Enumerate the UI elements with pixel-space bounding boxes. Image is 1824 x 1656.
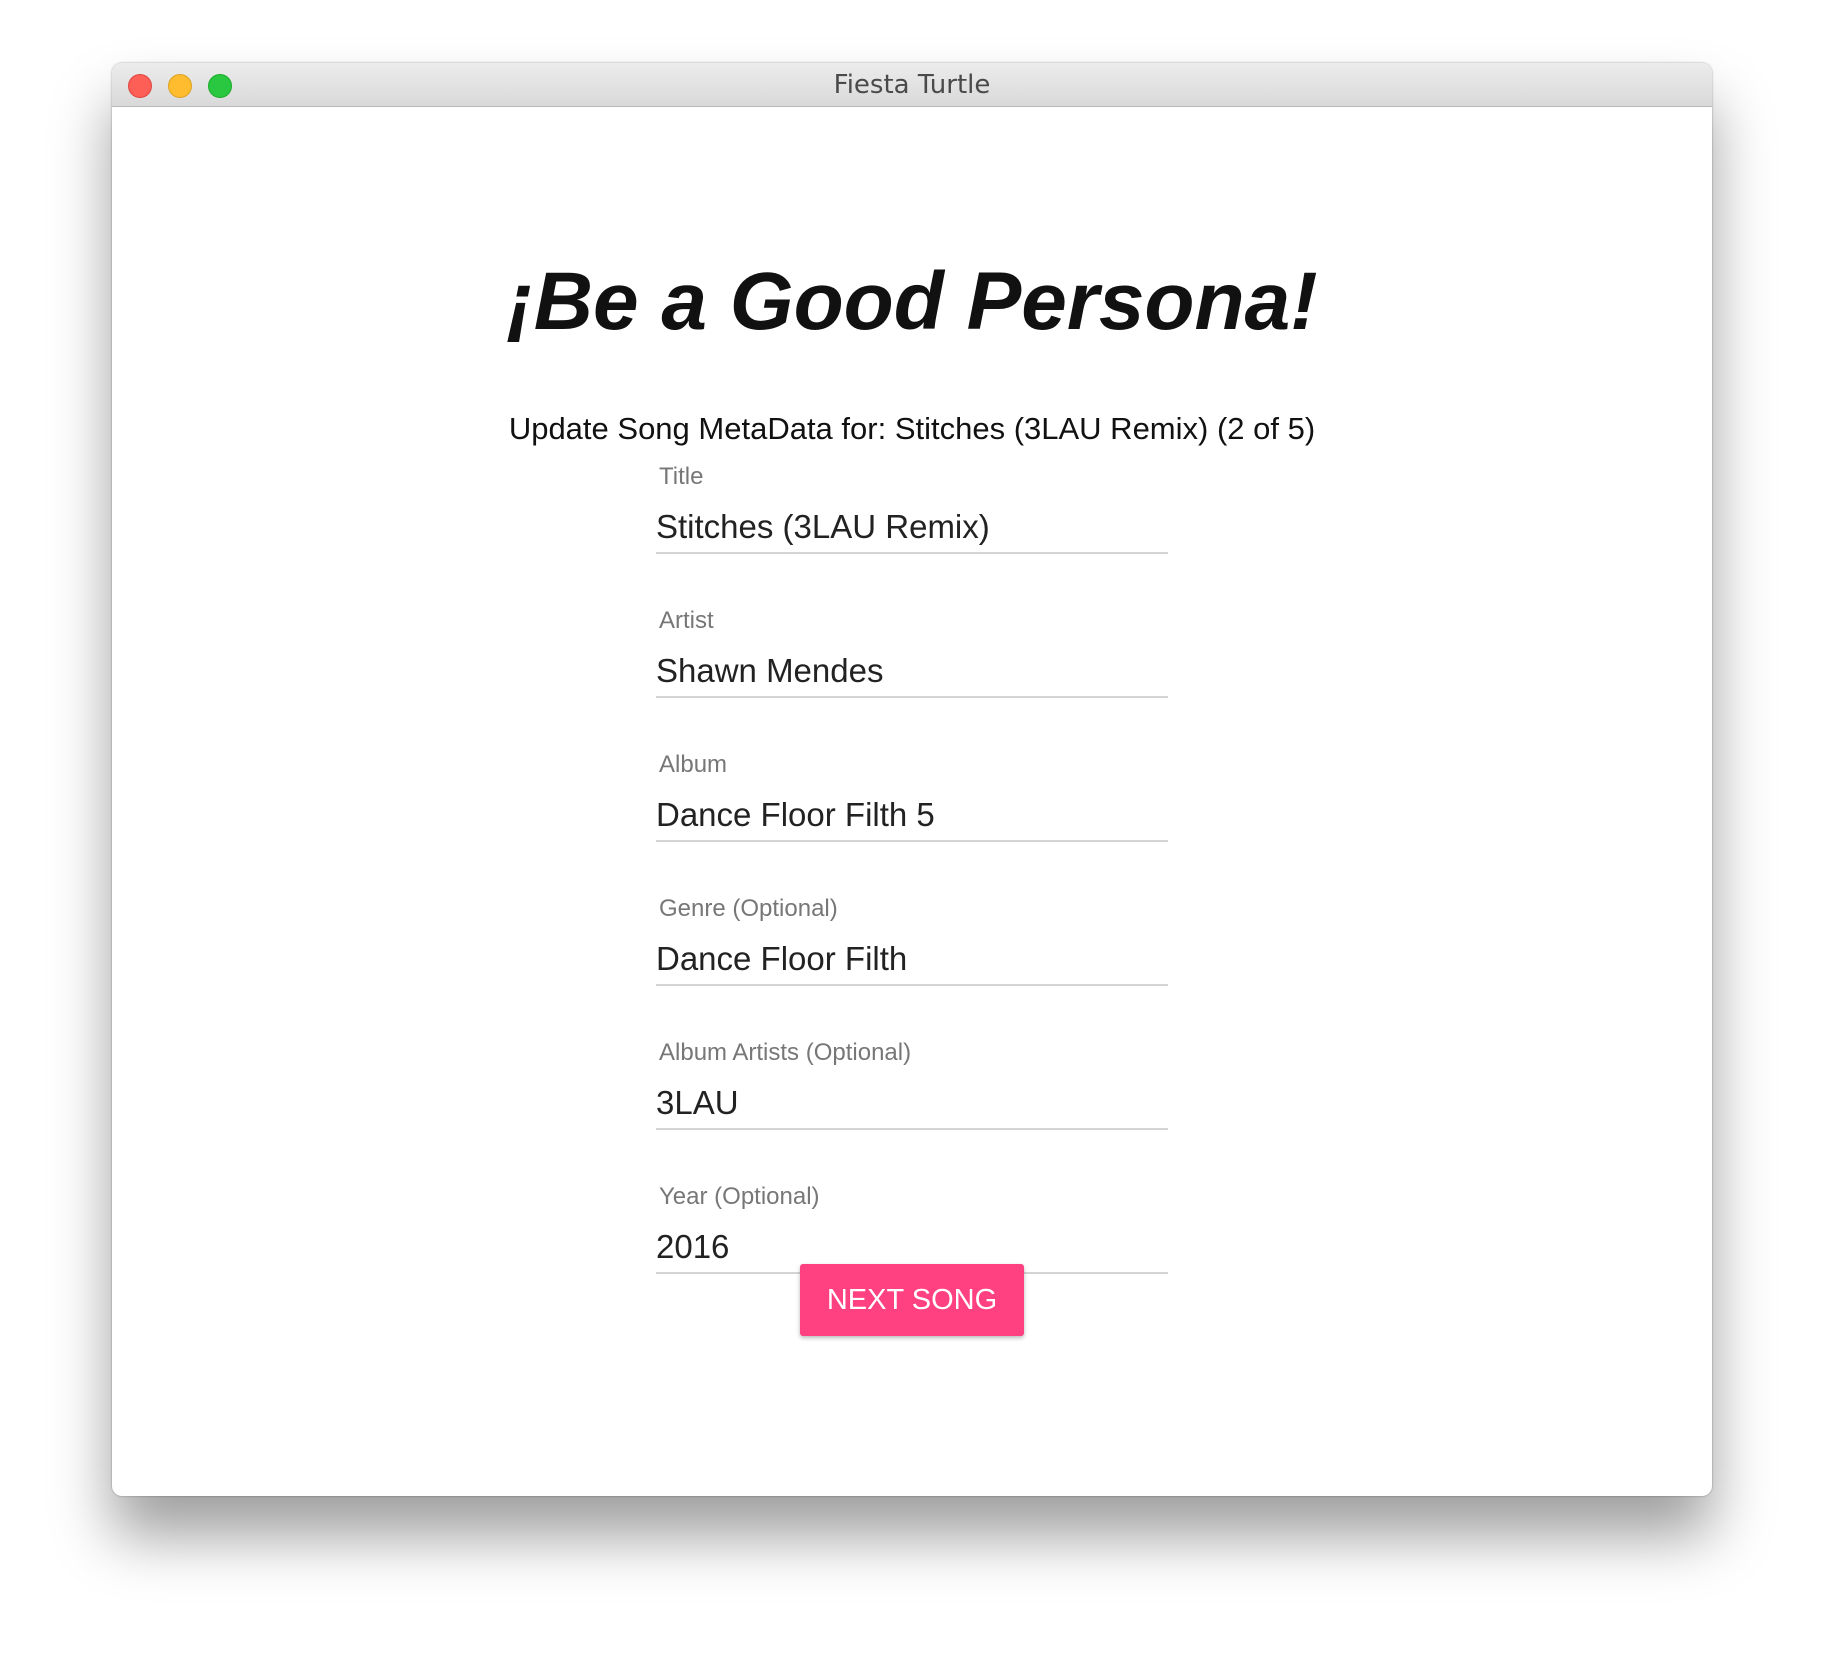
genre-label: Genre (Optional) (659, 895, 838, 922)
page-subtitle: Update Song MetaData for: Stitches (3LAU… (508, 411, 1316, 446)
title-input[interactable] (656, 502, 1168, 554)
genre-field: Genre (Optional) (656, 894, 1168, 1018)
app-window: Fiesta Turtle ¡Be a Good Persona! Update… (112, 63, 1712, 1496)
album-label: Album (659, 751, 728, 778)
album-artists-input[interactable] (656, 1078, 1168, 1130)
artist-input[interactable] (656, 646, 1168, 698)
window-title: Fiesta Turtle (833, 70, 991, 100)
next-song-button[interactable]: NEXT SONG (800, 1264, 1024, 1336)
page-title: ¡Be a Good Persona! (506, 256, 1318, 347)
artist-field: Artist (656, 606, 1168, 730)
album-input[interactable] (656, 790, 1168, 842)
artist-label: Artist (659, 607, 714, 634)
title-label: Title (659, 463, 704, 490)
album-artists-label: Album Artists (Optional) (659, 1039, 912, 1066)
genre-input[interactable] (656, 934, 1168, 986)
album-field: Album (656, 750, 1168, 874)
album-artists-field: Album Artists (Optional) (656, 1038, 1168, 1162)
year-label: Year (Optional) (659, 1183, 820, 1210)
title-field: Title (656, 462, 1168, 586)
title-bar[interactable]: Fiesta Turtle (112, 63, 1712, 107)
